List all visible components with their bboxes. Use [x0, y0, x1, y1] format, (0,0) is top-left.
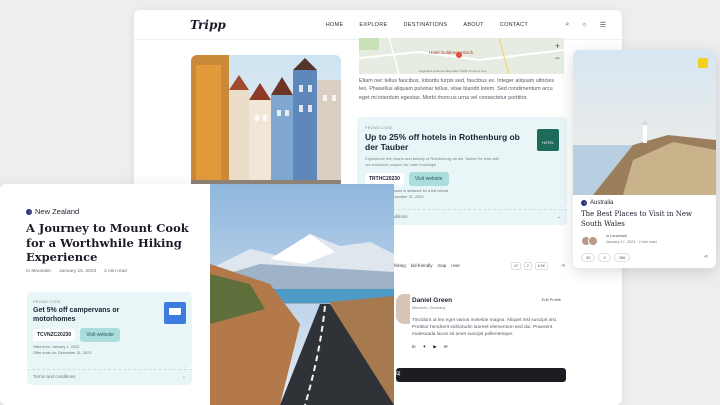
- visit-website-button[interactable]: Visit website: [408, 172, 449, 186]
- nav-link-contact[interactable]: CONTACT: [500, 22, 528, 28]
- author-bio: Tincidunt ut leo eget varius molestie ma…: [412, 318, 558, 337]
- promo-tag: PROMO CODE: [365, 126, 393, 130]
- article-title[interactable]: A Journey to Mount Cook for a Worthwhile…: [26, 221, 201, 265]
- views-count: 32: [581, 253, 596, 262]
- nav-links: HOME EXPLORE DESTINATIONS ABOUT CONTACT: [326, 22, 528, 28]
- author-box: Daniel Green München, Germany Edit Profi…: [396, 286, 566, 356]
- nz-article-card: New Zealand A Journey to Mount Cook for …: [0, 184, 210, 405]
- tag-item[interactable]: map: [438, 263, 447, 268]
- article-date-readtime: January 17, 2023 · 2 min read: [606, 240, 657, 244]
- map-footer: Keyboard shortcuts Map data ©2023 Terms …: [419, 69, 487, 73]
- nav-link-home[interactable]: HOME: [326, 22, 344, 28]
- author-name[interactable]: Daniel Green: [412, 297, 452, 304]
- zoom-out-icon[interactable]: −: [555, 52, 560, 64]
- promo-title: Get 5% off campervans or motorhomes: [33, 307, 120, 323]
- chevron-down-icon: ⌄: [181, 374, 186, 380]
- au-flag-icon: [581, 200, 587, 206]
- nav-icons: ⌕ ☼ ☰: [565, 21, 606, 29]
- author-social-links: in ✦ ▶ ✉: [412, 344, 448, 350]
- search-icon[interactable]: ⌕: [565, 21, 569, 29]
- article-category[interactable]: In Landmark: [606, 234, 627, 238]
- chevron-down-icon: ⌄: [556, 214, 561, 220]
- nav-link-about[interactable]: ABOUT: [463, 22, 483, 28]
- country-label: Australia: [581, 200, 613, 206]
- theme-toggle-icon[interactable]: ☼: [581, 21, 587, 29]
- offer-end: Offer ends on: December 31, 2023: [365, 195, 424, 199]
- country-name: Australia: [590, 200, 614, 206]
- visit-website-button[interactable]: Visit website: [80, 328, 120, 342]
- youtube-icon[interactable]: ▶: [433, 344, 436, 350]
- terms-toggle[interactable]: Terms and conditions ⌄: [27, 369, 192, 385]
- zoom-in-icon[interactable]: +: [555, 40, 560, 52]
- article-category[interactable]: In Mountain: [26, 269, 51, 274]
- article-paragraph: Etiam nec tellus faucibus, lobortis turp…: [359, 78, 555, 101]
- edit-profile-button[interactable]: Edit Profile: [542, 297, 561, 302]
- campervan-logo: [164, 302, 186, 324]
- location-map[interactable]: Hotel Goldener Hirsch + − Keyboard short…: [359, 38, 564, 74]
- terms-label: Terms and conditions: [33, 374, 76, 379]
- menu-icon[interactable]: ☰: [600, 21, 606, 29]
- nav-link-explore[interactable]: EXPLORE: [359, 22, 387, 28]
- campervan-promo-card: PROMO CODE Get 5% off campervans or moto…: [27, 292, 192, 369]
- promo-code-row: TCVNZC20230 Visit website: [33, 328, 186, 342]
- map-zoom-controls[interactable]: + −: [555, 40, 560, 64]
- tag-item[interactable]: river: [451, 263, 460, 268]
- article-title[interactable]: The Best Places to Visit in New South Wa…: [581, 210, 711, 229]
- article-stats: 32 2 286: [581, 253, 631, 262]
- valid-from: Valid from: January 1, 2023: [33, 345, 80, 349]
- top-navigation: Tripp HOME EXPLORE DESTINATIONS ABOUT CO…: [134, 10, 622, 40]
- comments-count[interactable]: 2: [523, 262, 532, 270]
- au-article-card: Australia The Best Places to Visit in Ne…: [573, 50, 716, 268]
- promo-description: Experience the charm and beauty of Rothe…: [365, 156, 500, 167]
- coast-photo: [573, 50, 716, 195]
- hotel-logo: HOTEL: [537, 129, 559, 151]
- author-avatar: [396, 294, 410, 324]
- author-location: München, Germany: [412, 306, 446, 310]
- promo-code[interactable]: TCVNZC20230: [33, 329, 76, 341]
- chevron-down-icon: ⌄: [396, 371, 401, 377]
- offer-end: Offer ends on: December 31, 2023: [33, 351, 92, 355]
- avatar: [588, 236, 598, 246]
- comments-toggle-bar[interactable]: 0) ⌄: [396, 368, 566, 382]
- country-label: New Zealand: [26, 207, 79, 216]
- likes-count[interactable]: 286: [613, 253, 631, 262]
- twitter-icon[interactable]: ✦: [423, 344, 427, 350]
- article-stats: 47 2 6.5K: [511, 262, 549, 270]
- country-name: New Zealand: [35, 207, 80, 216]
- likes-count[interactable]: 47: [511, 262, 521, 270]
- comments-count[interactable]: 2: [598, 253, 611, 262]
- linkedin-icon[interactable]: in: [412, 344, 416, 350]
- share-icon[interactable]: ⋖: [561, 263, 565, 269]
- bookmark-icon[interactable]: [698, 58, 708, 68]
- share-icon[interactable]: ⋖: [704, 254, 708, 260]
- tag-item[interactable]: hiking: [394, 263, 406, 268]
- promo-code-row: TRTHC20230 Visit website: [365, 172, 559, 186]
- site-logo[interactable]: Tripp: [190, 18, 226, 32]
- views-count: 6.5K: [534, 262, 549, 270]
- nav-link-destinations[interactable]: DESTINATIONS: [404, 22, 448, 28]
- article-tags: hiking kid-friendly map river: [394, 263, 460, 268]
- nz-flag-icon: [26, 208, 32, 215]
- map-place-label: Hotel Goldener Hirsch: [429, 50, 474, 55]
- read-time: 2 min read: [104, 269, 127, 274]
- author-avatars: [581, 236, 598, 246]
- street-photo: [191, 55, 341, 195]
- mountain-road-photo: [210, 184, 394, 405]
- article-date: January 17, 2023: [606, 240, 636, 244]
- cancel-policy: Cancel up to 24 hours in advance for a f…: [365, 189, 448, 193]
- read-time: 2 min read: [638, 240, 657, 244]
- promo-title: Up to 25% off hotels in Rothenburg ob de…: [365, 132, 520, 152]
- email-icon[interactable]: ✉: [444, 344, 448, 350]
- article-meta: In Mountain January 15, 2023 2 min read: [26, 269, 127, 274]
- tag-item[interactable]: kid-friendly: [411, 263, 433, 268]
- article-date: January 15, 2023: [59, 269, 97, 274]
